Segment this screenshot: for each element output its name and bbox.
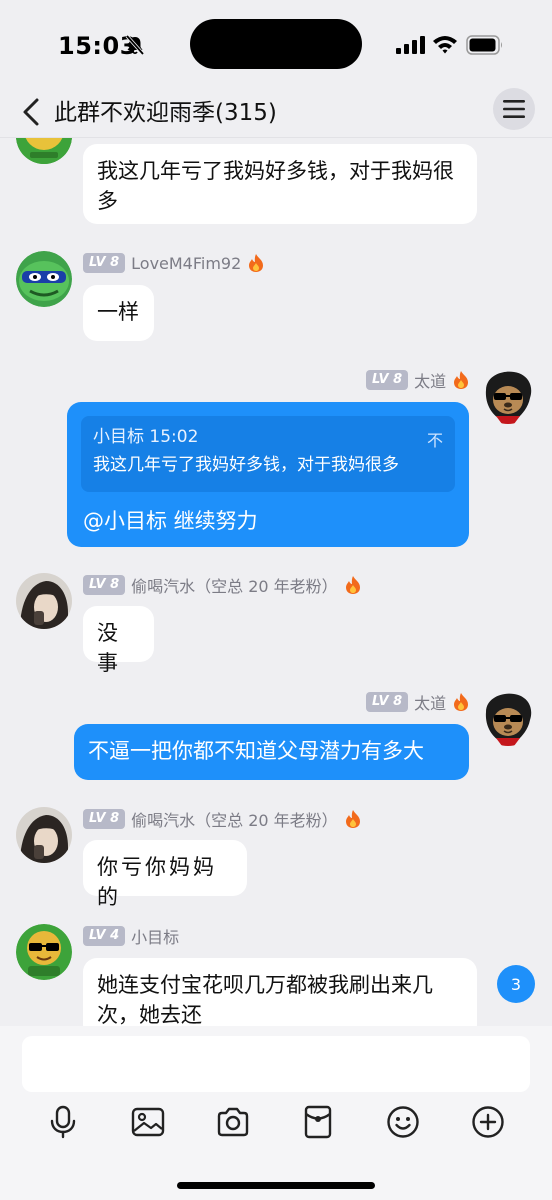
emoji-icon <box>387 1106 419 1138</box>
message-list[interactable]: 我这几年亏了我妈好多钱，对于我妈很多 LV 8 LoveM4Fim92 一样 L… <box>0 138 552 1026</box>
message-text: 你亏你妈妈的 <box>97 855 217 909</box>
avatar[interactable] <box>16 807 72 863</box>
message-bubble[interactable]: 她连支付宝花呗几万都被我刷出来几次，她去还 <box>83 958 477 1026</box>
chat-header: 此群不欢迎雨季(315) <box>0 88 552 138</box>
wifi-icon <box>433 36 457 54</box>
avatar-image <box>16 138 72 164</box>
camera-button[interactable] <box>213 1102 253 1142</box>
message-text: 不逼一把你都不知道父母潜力有多大 <box>88 739 424 763</box>
cellular-signal-icon <box>396 36 425 54</box>
message-text: 一样 <box>97 300 139 324</box>
sender-meta: LV 8 偷喝汽水（空总 20 年老粉） <box>83 808 362 830</box>
dynamic-island <box>190 19 362 69</box>
sender-name[interactable]: LoveM4Fim92 <box>131 254 241 273</box>
message-text: @小目标 继续努力 <box>83 509 258 533</box>
red-packet-icon <box>304 1105 332 1139</box>
avatar[interactable] <box>16 138 72 164</box>
mute-bell-icon <box>125 34 145 56</box>
home-indicator[interactable] <box>177 1182 375 1189</box>
status-bar: 15:03 <box>0 0 552 88</box>
avatar[interactable] <box>16 251 72 307</box>
composer <box>0 1026 552 1200</box>
avatar-image <box>16 251 72 307</box>
level-badge: LV 8 <box>366 370 409 390</box>
hamburger-menu-icon <box>503 100 525 118</box>
fire-icon <box>454 371 469 389</box>
message-text: 没事 <box>97 621 121 675</box>
quote-text: 我这几年亏了我妈好多钱，对于我妈很多 <box>93 455 399 475</box>
quote-collapse-mark: 不 <box>426 431 443 450</box>
battery-icon <box>466 35 502 55</box>
sender-meta: LV 8 太道 <box>366 691 470 713</box>
group-title: 此群不欢迎雨季(315) <box>54 100 277 126</box>
sender-name[interactable]: 偷喝汽水（空总 20 年老粉） <box>131 573 338 597</box>
avatar[interactable] <box>16 573 72 629</box>
red-packet-button[interactable] <box>298 1102 338 1142</box>
image-button[interactable] <box>128 1102 168 1142</box>
chevron-left-icon <box>23 98 39 126</box>
level-badge: LV 8 <box>83 253 126 273</box>
fire-icon <box>249 254 264 272</box>
back-button[interactable] <box>14 92 48 132</box>
avatar[interactable] <box>480 368 536 424</box>
quote-header: 小目标 15:02 <box>93 427 199 447</box>
avatar-image <box>480 690 536 746</box>
sender-name[interactable]: 太道 <box>414 690 446 714</box>
image-icon <box>131 1107 165 1137</box>
message-bubble[interactable]: 没事 <box>83 606 154 675</box>
message-input[interactable] <box>22 1036 530 1092</box>
plus-icon <box>472 1106 504 1138</box>
level-badge: LV 8 <box>83 575 126 595</box>
avatar[interactable] <box>16 924 72 980</box>
sender-meta: LV 8 太道 <box>366 369 470 391</box>
message-bubble-reply[interactable]: 小目标 15:02 我这几年亏了我妈好多钱，对于我妈很多 不 @小目标 继续努力 <box>67 402 469 547</box>
mic-icon <box>50 1105 76 1139</box>
fire-icon <box>345 576 360 594</box>
level-badge: LV 8 <box>366 692 409 712</box>
avatar-image <box>16 924 72 980</box>
message-bubble[interactable]: 一样 <box>83 285 154 341</box>
unread-count-badge[interactable]: 3 <box>497 965 535 1003</box>
fire-icon <box>454 693 469 711</box>
avatar-image <box>16 807 72 863</box>
message-text: 我这几年亏了我妈好多钱，对于我妈很多 <box>97 159 454 213</box>
avatar-image <box>16 573 72 629</box>
sender-name[interactable]: 太道 <box>414 368 446 392</box>
emoji-button[interactable] <box>383 1102 423 1142</box>
message-text: 她连支付宝花呗几万都被我刷出来几次，她去还 <box>97 973 433 1026</box>
sender-meta: LV 4 小目标 <box>83 925 179 947</box>
sender-meta: LV 8 LoveM4Fim92 <box>83 252 265 274</box>
message-bubble[interactable]: 我这几年亏了我妈好多钱，对于我妈很多 <box>83 144 477 224</box>
avatar-image <box>480 368 536 424</box>
sender-name[interactable]: 小目标 <box>131 924 179 948</box>
menu-button[interactable] <box>493 88 535 130</box>
message-bubble[interactable]: 你亏你妈妈的 <box>83 840 247 909</box>
avatar[interactable] <box>480 690 536 746</box>
message-bubble[interactable]: 不逼一把你都不知道父母潜力有多大 <box>74 724 469 780</box>
level-badge: LV 8 <box>83 809 126 829</box>
level-badge: LV 4 <box>83 926 126 946</box>
sender-meta: LV 8 偷喝汽水（空总 20 年老粉） <box>83 574 362 596</box>
more-button[interactable] <box>468 1102 508 1142</box>
quoted-message[interactable]: 小目标 15:02 我这几年亏了我妈好多钱，对于我妈很多 不 <box>81 416 455 492</box>
camera-icon <box>217 1107 249 1137</box>
sender-name[interactable]: 偷喝汽水（空总 20 年老粉） <box>131 807 338 831</box>
fire-icon <box>345 810 360 828</box>
voice-button[interactable] <box>43 1102 83 1142</box>
